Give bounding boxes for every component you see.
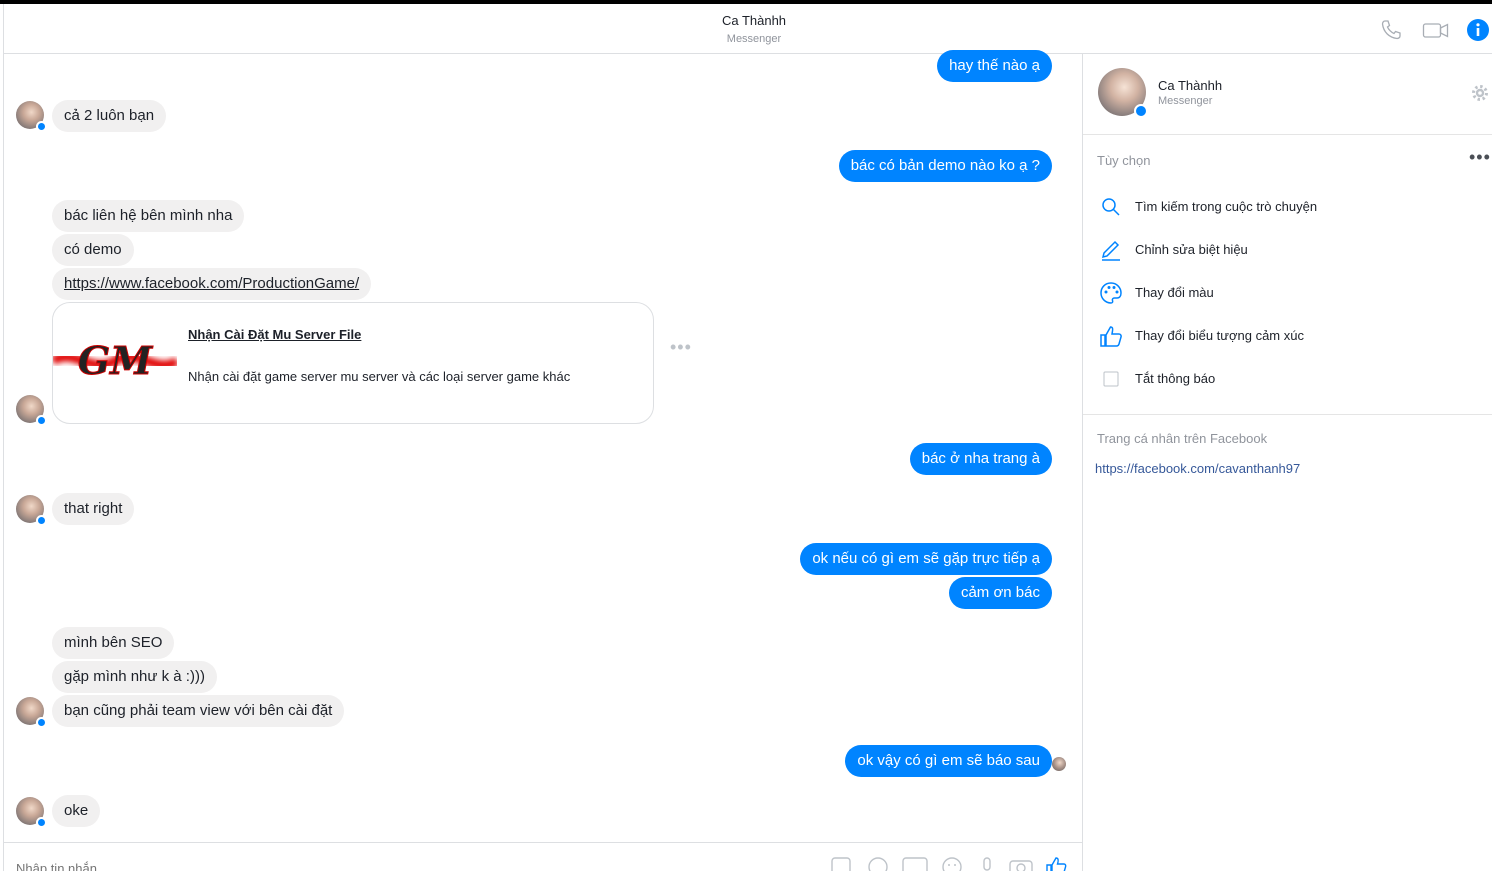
conversation-subtitle: Messenger: [726, 33, 782, 45]
palette-icon: [1099, 281, 1123, 305]
contact-avatar[interactable]: [16, 495, 47, 526]
contact-avatar[interactable]: [16, 797, 47, 828]
message-thread[interactable]: hay thế nào ạ cả 2 luôn bạn bác có bản d…: [4, 50, 1082, 842]
sidebar-divider: [1083, 414, 1492, 415]
message-bubble-incoming[interactable]: bạn cũng phải team view với bên cài đặt: [52, 695, 345, 727]
info-icon[interactable]: [1466, 18, 1490, 42]
messenger-badge-icon: [1134, 104, 1148, 118]
conversation-header: Ca Thànhh Messenger: [4, 4, 1492, 54]
option-change-color[interactable]: Thay đổi màu: [1097, 281, 1477, 307]
phone-icon[interactable]: [1379, 18, 1403, 42]
facebook-profile-header: Trang cá nhân trên Facebook: [1097, 431, 1268, 446]
option-search-conversation[interactable]: Tìm kiếm trong cuộc trò chuyện: [1097, 195, 1477, 221]
message-input[interactable]: [16, 861, 416, 871]
message-bubble-incoming[interactable]: oke: [52, 795, 101, 827]
option-label: Tìm kiếm trong cuộc trò chuyện: [1135, 199, 1318, 214]
facebook-profile-link[interactable]: https://facebook.com/cavanthanh97: [1095, 461, 1300, 476]
messenger-badge-icon: [36, 717, 47, 728]
message-bubble-link[interactable]: https://www.facebook.com/ProductionGame/: [52, 268, 372, 300]
option-label: Thay đổi màu: [1135, 285, 1214, 300]
gif-icon[interactable]: [902, 855, 928, 871]
option-label: Chỉnh sửa biệt hiệu: [1135, 242, 1248, 257]
message-bubble-outgoing[interactable]: ok nếu có gì em sẽ gặp trực tiếp ạ: [800, 543, 1052, 575]
message-bubble-outgoing[interactable]: bác ở nha trang à: [909, 443, 1052, 475]
video-camera-icon[interactable]: [1422, 18, 1450, 42]
thumbs-up-icon: [1099, 324, 1123, 348]
message-bubble-incoming[interactable]: bác liên hệ bên mình nha: [52, 200, 245, 232]
conversation-details-sidebar: Ca Thànhh Messenger Tùy chọn ••• Tìm kiế…: [1082, 54, 1492, 871]
option-label: Thay đổi biểu tượng cảm xúc: [1135, 328, 1304, 343]
messenger-badge-icon: [36, 415, 47, 426]
shared-link[interactable]: https://www.facebook.com/ProductionGame/: [64, 275, 359, 292]
messenger-badge-icon: [36, 515, 47, 526]
thumbs-up-icon[interactable]: [1045, 855, 1067, 871]
message-bubble-incoming[interactable]: mình bên SEO: [52, 627, 175, 659]
option-mute-notifications[interactable]: Tắt thông báo: [1097, 367, 1477, 393]
camera-icon[interactable]: [1008, 855, 1034, 871]
smiley-icon[interactable]: [941, 855, 963, 871]
message-bubble-incoming[interactable]: gặp mình như k à :))): [52, 661, 217, 693]
option-label: Tắt thông báo: [1135, 371, 1216, 386]
contact-subtitle: Messenger: [1158, 95, 1213, 107]
message-bubble-incoming[interactable]: cả 2 luôn bạn: [52, 100, 167, 132]
link-card-title[interactable]: Nhận Cài Đặt Mu Server File: [188, 327, 361, 342]
message-bubble-outgoing[interactable]: ok vậy có gì em sẽ báo sau: [845, 745, 1052, 777]
checkbox-icon[interactable]: [1099, 367, 1123, 391]
emoji-face-icon[interactable]: [867, 855, 889, 871]
messenger-badge-icon: [36, 817, 47, 828]
gm-logo-text: GM: [78, 338, 153, 383]
message-bubble-outgoing[interactable]: hay thế nào ạ: [937, 50, 1052, 82]
message-bubble-incoming[interactable]: có demo: [52, 234, 134, 266]
option-edit-nickname[interactable]: Chỉnh sửa biệt hiệu: [1097, 238, 1477, 264]
seen-indicator-avatar: [1052, 757, 1066, 771]
link-preview-card[interactable]: GM Nhận Cài Đặt Mu Server File Nhận cài …: [52, 302, 654, 424]
message-composer[interactable]: [4, 842, 1082, 871]
message-bubble-outgoing[interactable]: cảm ơn bác: [948, 577, 1052, 609]
contact-profile-header: Ca Thànhh Messenger: [1083, 54, 1492, 135]
message-options-icon[interactable]: •••: [670, 337, 692, 358]
contact-name[interactable]: Ca Thànhh: [1158, 78, 1222, 93]
gm-logo-image: GM: [53, 317, 177, 401]
contact-profile-avatar[interactable]: [1098, 68, 1148, 118]
messenger-badge-icon: [36, 121, 47, 132]
link-card-description: Nhận cài đặt game server mu server và cá…: [188, 369, 571, 384]
sticker-icon[interactable]: [830, 855, 852, 871]
conversation-title: Ca Thànhh: [721, 13, 787, 28]
contact-avatar[interactable]: [16, 395, 47, 426]
contact-avatar[interactable]: [16, 101, 47, 132]
option-change-emoji[interactable]: Thay đổi biểu tượng cảm xúc: [1097, 324, 1477, 350]
options-header: Tùy chọn: [1097, 153, 1151, 168]
contact-avatar[interactable]: [16, 697, 47, 728]
gear-icon[interactable]: [1471, 84, 1489, 102]
more-options-icon[interactable]: •••: [1469, 147, 1491, 168]
message-bubble-outgoing[interactable]: bác có bản demo nào ko ạ ?: [838, 150, 1052, 182]
message-bubble-incoming[interactable]: that right: [52, 493, 135, 525]
search-icon: [1099, 195, 1123, 219]
microphone-icon[interactable]: [976, 855, 998, 871]
pencil-icon: [1099, 238, 1123, 262]
